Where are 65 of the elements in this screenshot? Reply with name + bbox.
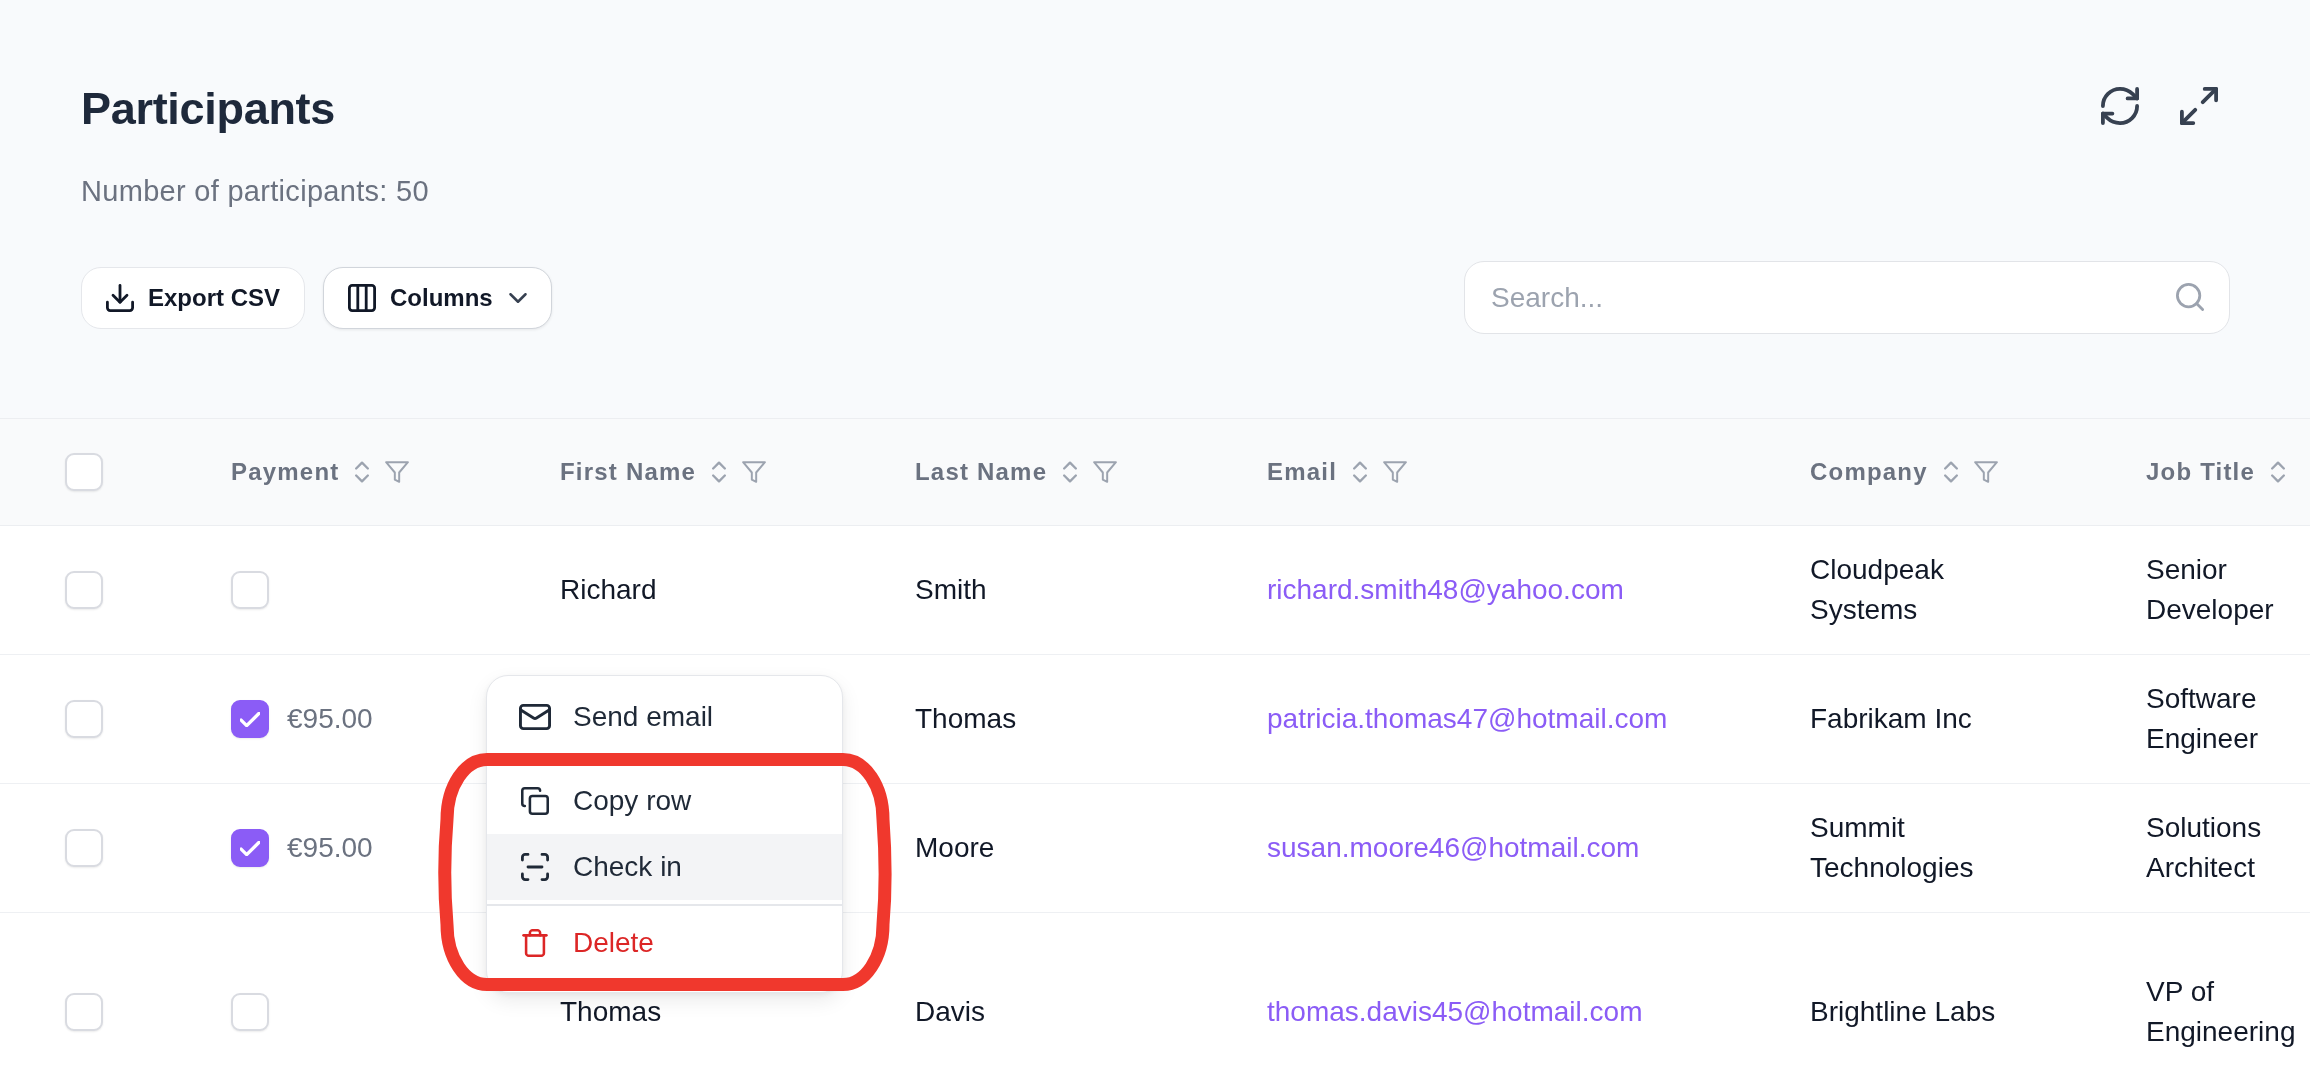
last-name: Smith [915, 574, 987, 606]
sort-icon[interactable] [1353, 461, 1368, 483]
job-title: VP of Engineering [2146, 975, 2297, 1049]
email-link[interactable]: susan.moore46@hotmail.com [1267, 832, 1640, 864]
participant-count: Number of participants: 50 [81, 174, 429, 208]
menu-item[interactable]: Check in [487, 834, 842, 900]
paid-checkbox[interactable] [231, 700, 269, 738]
filter-icon[interactable] [385, 461, 410, 483]
email-link[interactable]: patricia.thomas47@hotmail.com [1267, 703, 1668, 735]
first-name: Thomas [560, 996, 662, 1028]
columns-button[interactable]: Columns [323, 266, 552, 329]
last-name: Thomas [915, 703, 1017, 735]
paid-checkbox[interactable] [231, 829, 269, 867]
job-title: Senior Developer [2146, 553, 2275, 627]
company-name: Summit Technologies [1810, 811, 1975, 885]
column-header[interactable]: Company [1810, 458, 1928, 486]
copy-icon [519, 787, 551, 815]
filter-icon[interactable] [1383, 461, 1408, 483]
job-title: Software Engineer [2146, 682, 2260, 756]
columns-icon [348, 283, 377, 312]
row-checkbox[interactable] [65, 571, 103, 609]
download-icon [106, 283, 134, 312]
payment-amount: €95.00 [287, 832, 373, 864]
column-header[interactable]: First Name [560, 458, 697, 486]
mail-icon [519, 703, 551, 731]
filter-icon[interactable] [1973, 461, 1998, 483]
menu-item[interactable]: Send email [487, 684, 842, 750]
filter-icon[interactable] [742, 461, 767, 483]
scan-icon [519, 853, 551, 881]
check-icon [240, 711, 260, 727]
chevron-down-icon [508, 292, 527, 303]
sort-icon[interactable] [355, 461, 370, 483]
check-icon [240, 840, 260, 856]
email-link[interactable]: richard.smith48@yahoo.com [1267, 574, 1624, 606]
last-name: Moore [915, 832, 995, 864]
expand-icon[interactable] [2180, 87, 2218, 125]
filter-icon[interactable] [1093, 461, 1118, 483]
select-all-checkbox[interactable] [65, 453, 103, 491]
search-field[interactable]: Search... [1464, 261, 2230, 334]
row-checkbox[interactable] [65, 993, 103, 1031]
sort-icon[interactable] [1063, 461, 1078, 483]
company-name: Brightline Labs [1810, 995, 1997, 1029]
sort-icon[interactable] [2271, 461, 2286, 483]
row-checkbox[interactable] [65, 700, 103, 738]
menu-item[interactable]: Delete [487, 909, 842, 976]
column-header[interactable]: Last Name [915, 458, 1048, 486]
export-button[interactable]: Export CSV [81, 266, 306, 329]
payment-amount: €95.00 [287, 703, 373, 735]
menu-item[interactable]: Copy row [487, 768, 842, 834]
refresh-icon[interactable] [2101, 87, 2139, 125]
last-name: Davis [915, 996, 985, 1028]
search-icon[interactable] [2176, 283, 2204, 311]
company-name: Fabrikam Inc [1810, 702, 1973, 736]
job-title: Solutions Architect [2146, 811, 2263, 885]
company-name: Cloudpeak Systems [1810, 553, 1945, 627]
column-header[interactable]: Payment [231, 458, 340, 486]
trash-icon [519, 928, 551, 957]
row-checkbox[interactable] [65, 829, 103, 867]
column-header[interactable]: Job Title [2146, 458, 2256, 486]
email-link[interactable]: thomas.davis45@hotmail.com [1267, 996, 1643, 1028]
page-title: Participants [81, 83, 335, 135]
sort-icon[interactable] [1943, 461, 1958, 483]
column-header[interactable]: Email [1267, 458, 1338, 486]
first-name: Richard [560, 574, 657, 606]
sort-icon[interactable] [712, 461, 727, 483]
